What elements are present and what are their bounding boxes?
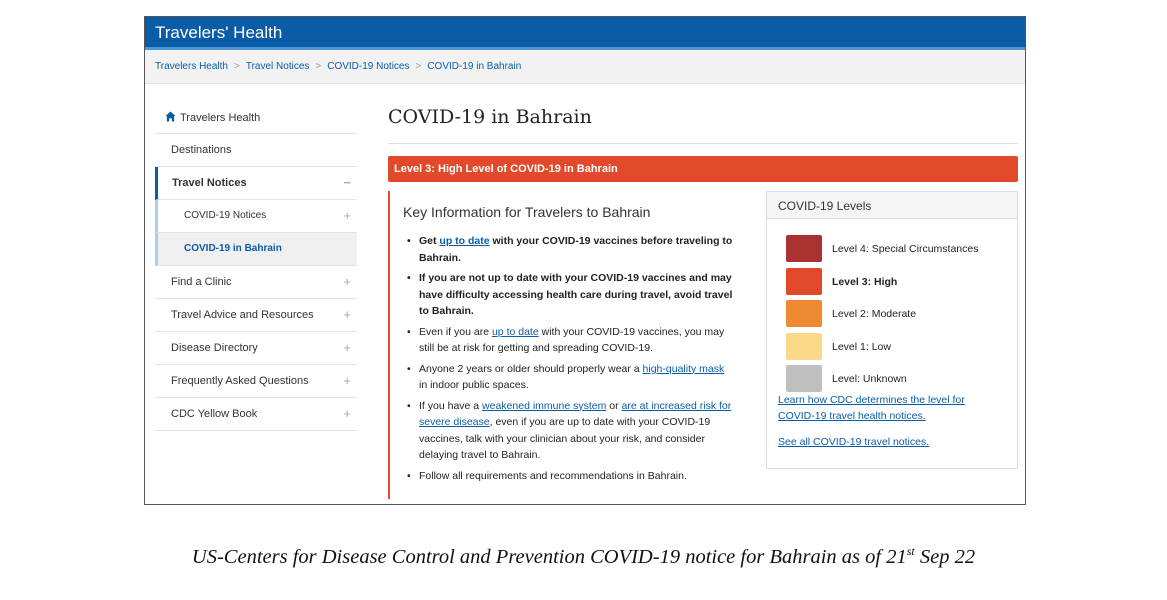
list-item: If you are not up to date with your COVI… [403,270,733,320]
sidebar-item-home[interactable]: Travelers Health [155,101,357,134]
sidebar-item-covid-bahrain[interactable]: COVID-19 in Bahrain [155,233,357,266]
level-4-label: Level 4: Special Circumstances [832,243,979,255]
level-unknown-row: Level: Unknown [786,365,1017,398]
expand-icon[interactable]: + [343,406,351,421]
site-header: Travelers' Health [145,17,1025,50]
level-1-label: Level 1: Low [832,340,891,353]
sidebar-item-label: Travel Advice and Resources [171,309,314,321]
expand-icon[interactable]: + [343,373,351,388]
list-item: Anyone 2 years or older should properly … [403,361,733,394]
bullet-text: Get [419,235,440,247]
main-content: COVID-19 in Bahrain Level 3: High Level … [388,101,1018,499]
level-unknown-label: Level: Unknown [832,373,907,385]
up-to-date-link[interactable]: up to date [439,235,489,247]
site-title[interactable]: Travelers' Health [155,23,282,42]
breadcrumb: Travelers Health > Travel Notices > COVID-19… [145,50,1025,84]
bullet-text: If you are not up to date with your COVI… [419,272,733,317]
collapse-icon[interactable]: − [343,175,351,190]
page-title: COVID-19 in Bahrain [388,101,1018,144]
level-unknown-swatch [786,365,822,392]
breadcrumb-travelers-health[interactable]: Travelers Health [155,61,228,72]
expand-icon[interactable]: + [343,274,351,289]
bullet-text: or [606,399,622,412]
expand-icon[interactable]: + [343,307,351,322]
sidebar-item-label: Frequently Asked Questions [171,375,309,387]
breadcrumb-travel-notices[interactable]: Travel Notices [246,61,310,72]
sidebar-nav: Travelers Health Destinations Travel Not… [155,101,357,431]
breadcrumb-covid-notices[interactable]: COVID-19 Notices [327,61,409,72]
level-2-label: Level 2: Moderate [832,308,917,320]
high-quality-mask-link[interactable]: high-quality mask [643,363,725,375]
sidebar-item-label: Disease Directory [171,342,258,354]
bullet-text: Anyone 2 years or older should properly … [419,362,643,375]
sidebar-item-travel-notices[interactable]: Travel Notices − [155,167,357,200]
bullet-text: Follow all requirements and recommendati… [419,469,687,482]
covid-levels-panel: COVID-19 Levels Level 4: Special Circums… [766,191,1018,469]
sidebar-item-label: COVID-19 Notices [184,210,267,221]
expand-icon[interactable]: + [343,340,351,355]
bullet-text: Even if you are [419,325,492,338]
weakened-immune-system-link[interactable]: weakened immune system [482,400,606,412]
caption-superscript: st [906,544,915,558]
sidebar-item-label: Travelers Health [180,112,261,124]
level-1-swatch [786,332,822,360]
list-item: If you have a weakened immune system or … [403,398,733,464]
level-3-label: Level 3: High [832,275,898,288]
sidebar-item-label: Travel Notices [172,177,247,189]
key-information-title: Key Information for Travelers to Bahrain [403,204,651,220]
caption-tail: Sep 22 [914,545,976,568]
sidebar-item-travel-advice[interactable]: Travel Advice and Resources + [155,299,357,332]
level-2-row: Level 2: Moderate [786,300,1017,333]
breadcrumb-separator: > [315,61,322,72]
key-information-list: Get up to date with your COVID-19 vaccin… [403,233,748,484]
sidebar-item-label: COVID-19 in Bahrain [184,243,282,254]
bullet-text: If you have a [419,399,483,412]
level-1-row: Level 1: Low [786,332,1017,366]
sidebar-item-label: Destinations [171,144,232,156]
list-item: Get up to date with your COVID-19 vaccin… [403,233,733,266]
key-information-panel: Key Information for Travelers to Bahrain… [388,191,748,499]
bullet-text: in indoor public spaces. [419,379,529,391]
expand-icon[interactable]: + [343,208,351,223]
list-item: Follow all requirements and recommendati… [403,468,733,485]
all-notices-link[interactable]: See all COVID-19 travel notices. [778,434,1003,450]
levels-links: Learn how CDC determines the level for C… [767,392,1017,450]
levels-legend: Level 4: Special Circumstances Level 3: … [767,219,1017,398]
browser-page: Travelers' Health Travelers Health > Trave… [144,16,1026,505]
sidebar-item-covid-notices[interactable]: COVID-19 Notices + [155,200,357,233]
sidebar-item-label: Find a Clinic [171,276,232,288]
breadcrumb-covid-bahrain[interactable]: COVID-19 in Bahrain [427,61,521,72]
up-to-date-link[interactable]: up to date [492,326,539,338]
level-banner: Level 3: High Level of COVID-19 in Bahra… [388,156,1018,182]
sidebar-item-label: CDC Yellow Book [171,408,258,420]
sidebar-item-yellow-book[interactable]: CDC Yellow Book + [155,398,357,431]
sidebar-item-find-clinic[interactable]: Find a Clinic + [155,266,357,299]
sidebar-item-destinations[interactable]: Destinations [155,134,357,167]
level-4-row: Level 4: Special Circumstances [786,235,1017,268]
breadcrumb-separator: > [415,61,422,72]
sidebar-item-faq[interactable]: Frequently Asked Questions + [155,365,357,398]
sidebar-item-disease-directory[interactable]: Disease Directory + [155,332,357,365]
breadcrumb-separator: > [234,61,240,72]
home-icon [165,111,176,122]
list-item: Even if you are up to date with your COV… [403,324,733,357]
level-2-swatch [786,300,822,327]
level-3-swatch [786,267,822,295]
level-3-row: Level 3: High [786,267,1017,301]
covid-levels-title: COVID-19 Levels [767,192,1017,219]
caption-text: US-Centers for Disease Control and Preve… [191,545,907,568]
figure-caption: US-Centers for Disease Control and Preve… [0,544,1167,569]
level-4-swatch [786,235,822,262]
